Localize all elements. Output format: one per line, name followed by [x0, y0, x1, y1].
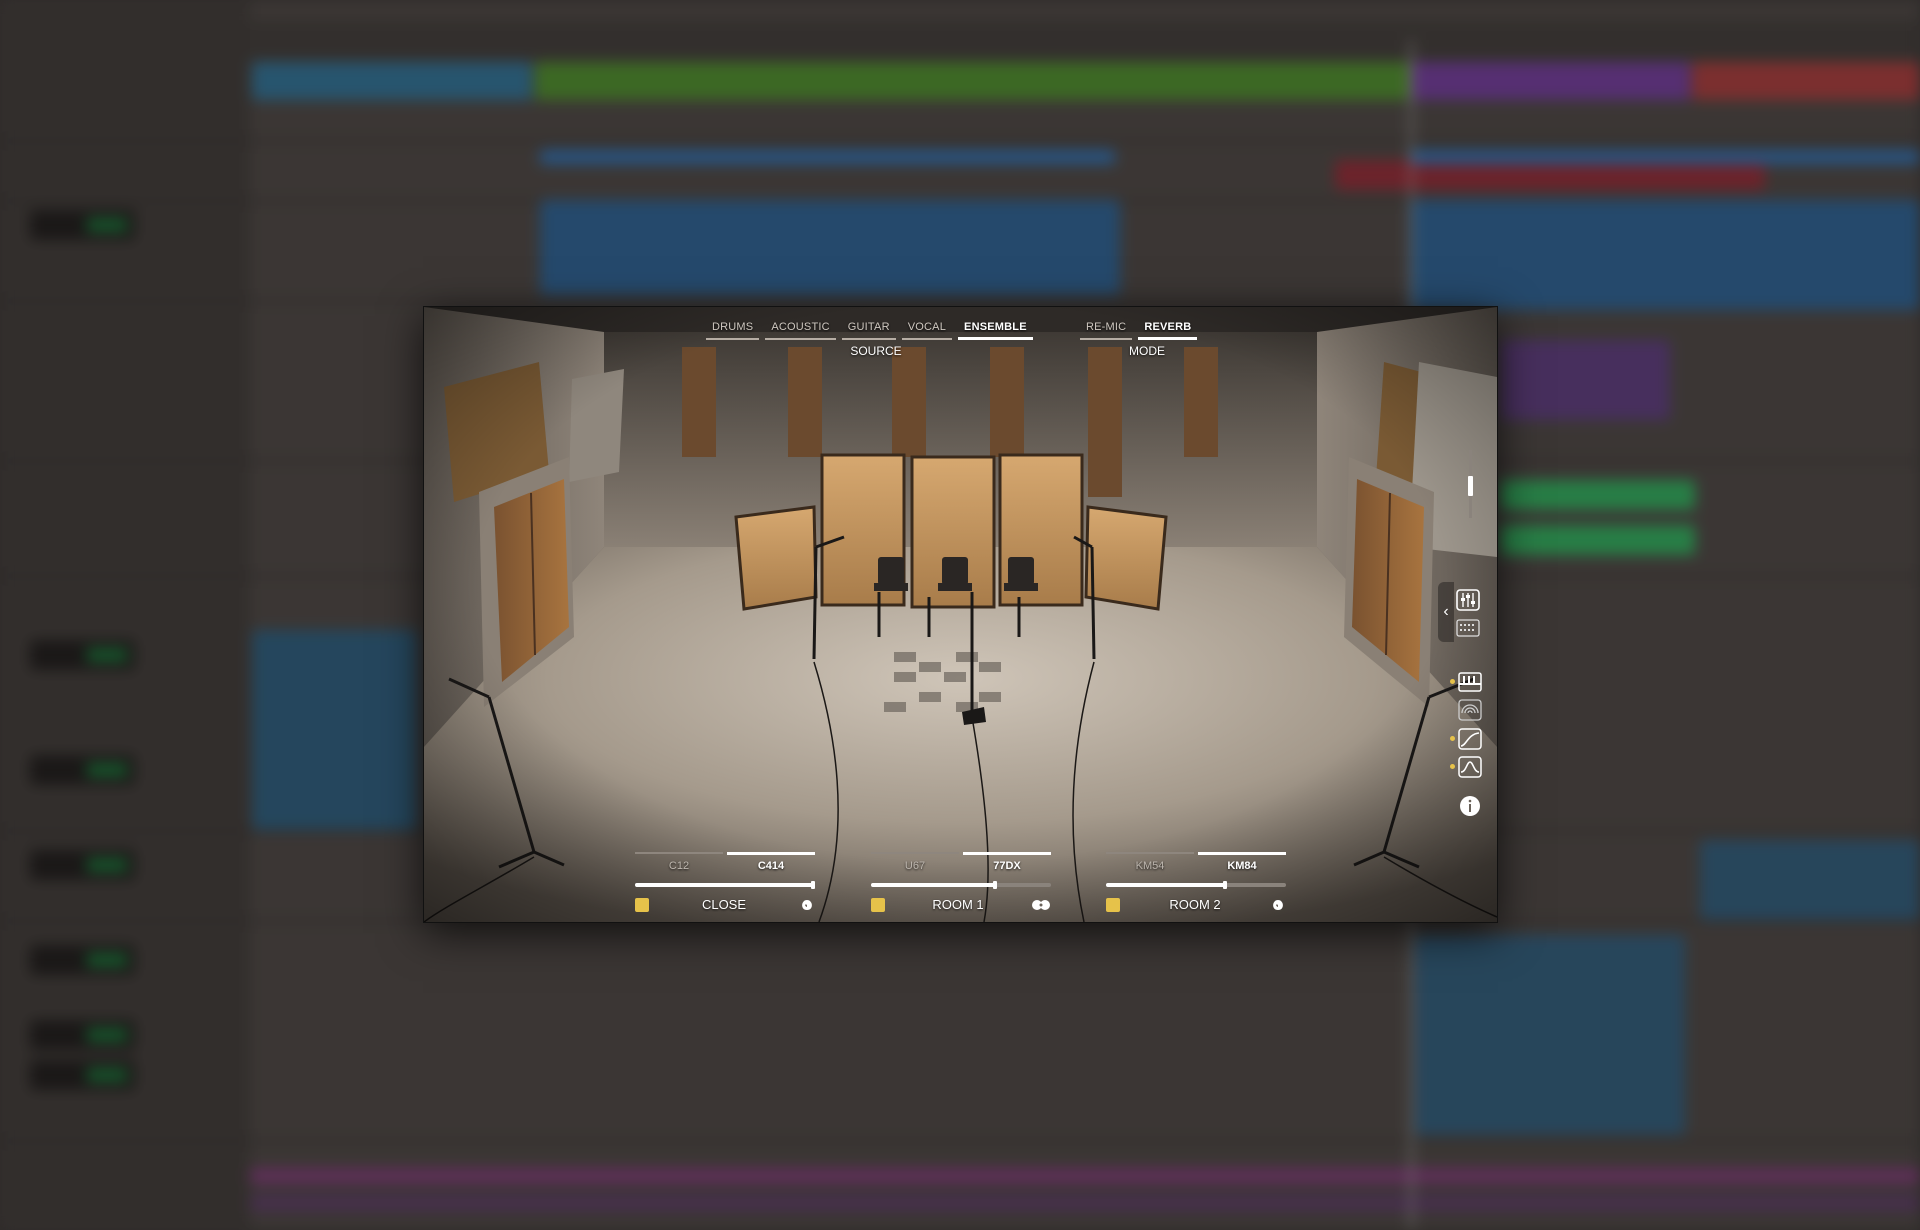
mic-name-close: CLOSE [701, 897, 747, 912]
mic-section-room-1: U67 77DX ROOM 1 [871, 852, 1051, 912]
cardioid-pattern-icon[interactable] [799, 898, 815, 912]
mic-choice-km84[interactable]: KM84 [1198, 852, 1286, 872]
piano-icon[interactable] [1458, 671, 1484, 693]
tab-guitar[interactable]: GUITAR [841, 321, 896, 340]
mic-choice-c414[interactable]: C414 [727, 852, 815, 872]
mic-name-room-2: ROOM 2 [1169, 897, 1221, 912]
room-1-level-slider[interactable] [871, 881, 1051, 889]
room-2-enable-toggle[interactable] [1106, 897, 1120, 912]
chevron-left-icon[interactable]: ‹ [1438, 582, 1454, 642]
info-icon[interactable] [1458, 794, 1484, 816]
mixer-icon[interactable] [1456, 589, 1482, 611]
tab-drums[interactable]: DRUMS [706, 321, 760, 340]
tab-acoustic[interactable]: ACOUSTIC [765, 321, 836, 340]
mic-choice-km54[interactable]: KM54 [1106, 852, 1194, 872]
tab-vocal[interactable]: VOCAL [901, 321, 953, 340]
rings-icon[interactable] [1458, 699, 1484, 721]
studio-room-illustration [424, 307, 1497, 922]
tab-re-mic[interactable]: RE-MIC [1080, 321, 1133, 340]
curve-icon[interactable] [1458, 728, 1484, 750]
side-vertical-slider[interactable] [1468, 450, 1473, 518]
figure-eight-pattern-icon[interactable] [1031, 898, 1051, 912]
active-indicator-dot [1450, 764, 1455, 769]
mic-choice-77dx[interactable]: 77DX [963, 852, 1051, 872]
close-enable-toggle[interactable] [635, 897, 649, 912]
room-2-level-slider[interactable] [1106, 881, 1286, 889]
mode-label: MODE [1129, 344, 1165, 358]
mic-choice-u67[interactable]: U67 [871, 852, 959, 872]
source-label: SOURCE [850, 344, 902, 358]
mic-section-close: C12 C414 CLOSE [635, 852, 815, 912]
room-1-enable-toggle[interactable] [871, 897, 885, 912]
room-plugin-window: DRUMS ACOUSTIC GUITAR VOCAL ENSEMBLE SOU… [423, 306, 1498, 923]
eq-icon[interactable] [1458, 756, 1484, 778]
tab-ensemble[interactable]: ENSEMBLE [958, 321, 1033, 340]
active-indicator-dot [1450, 736, 1455, 741]
source-tab-bar: DRUMS ACOUSTIC GUITAR VOCAL ENSEMBLE [706, 321, 1033, 340]
mode-tab-bar: RE-MIC REVERB [1080, 321, 1198, 340]
close-level-slider[interactable] [635, 881, 815, 889]
mic-choice-c12[interactable]: C12 [635, 852, 723, 872]
tab-reverb[interactable]: REVERB [1138, 321, 1198, 340]
mic-section-room-2: KM54 KM84 ROOM 2 [1106, 852, 1286, 912]
active-indicator-dot [1450, 679, 1455, 684]
cardioid-pattern-icon[interactable] [1270, 898, 1286, 912]
keyboard-icon[interactable] [1456, 617, 1482, 639]
mic-name-room-1: ROOM 1 [932, 897, 984, 912]
